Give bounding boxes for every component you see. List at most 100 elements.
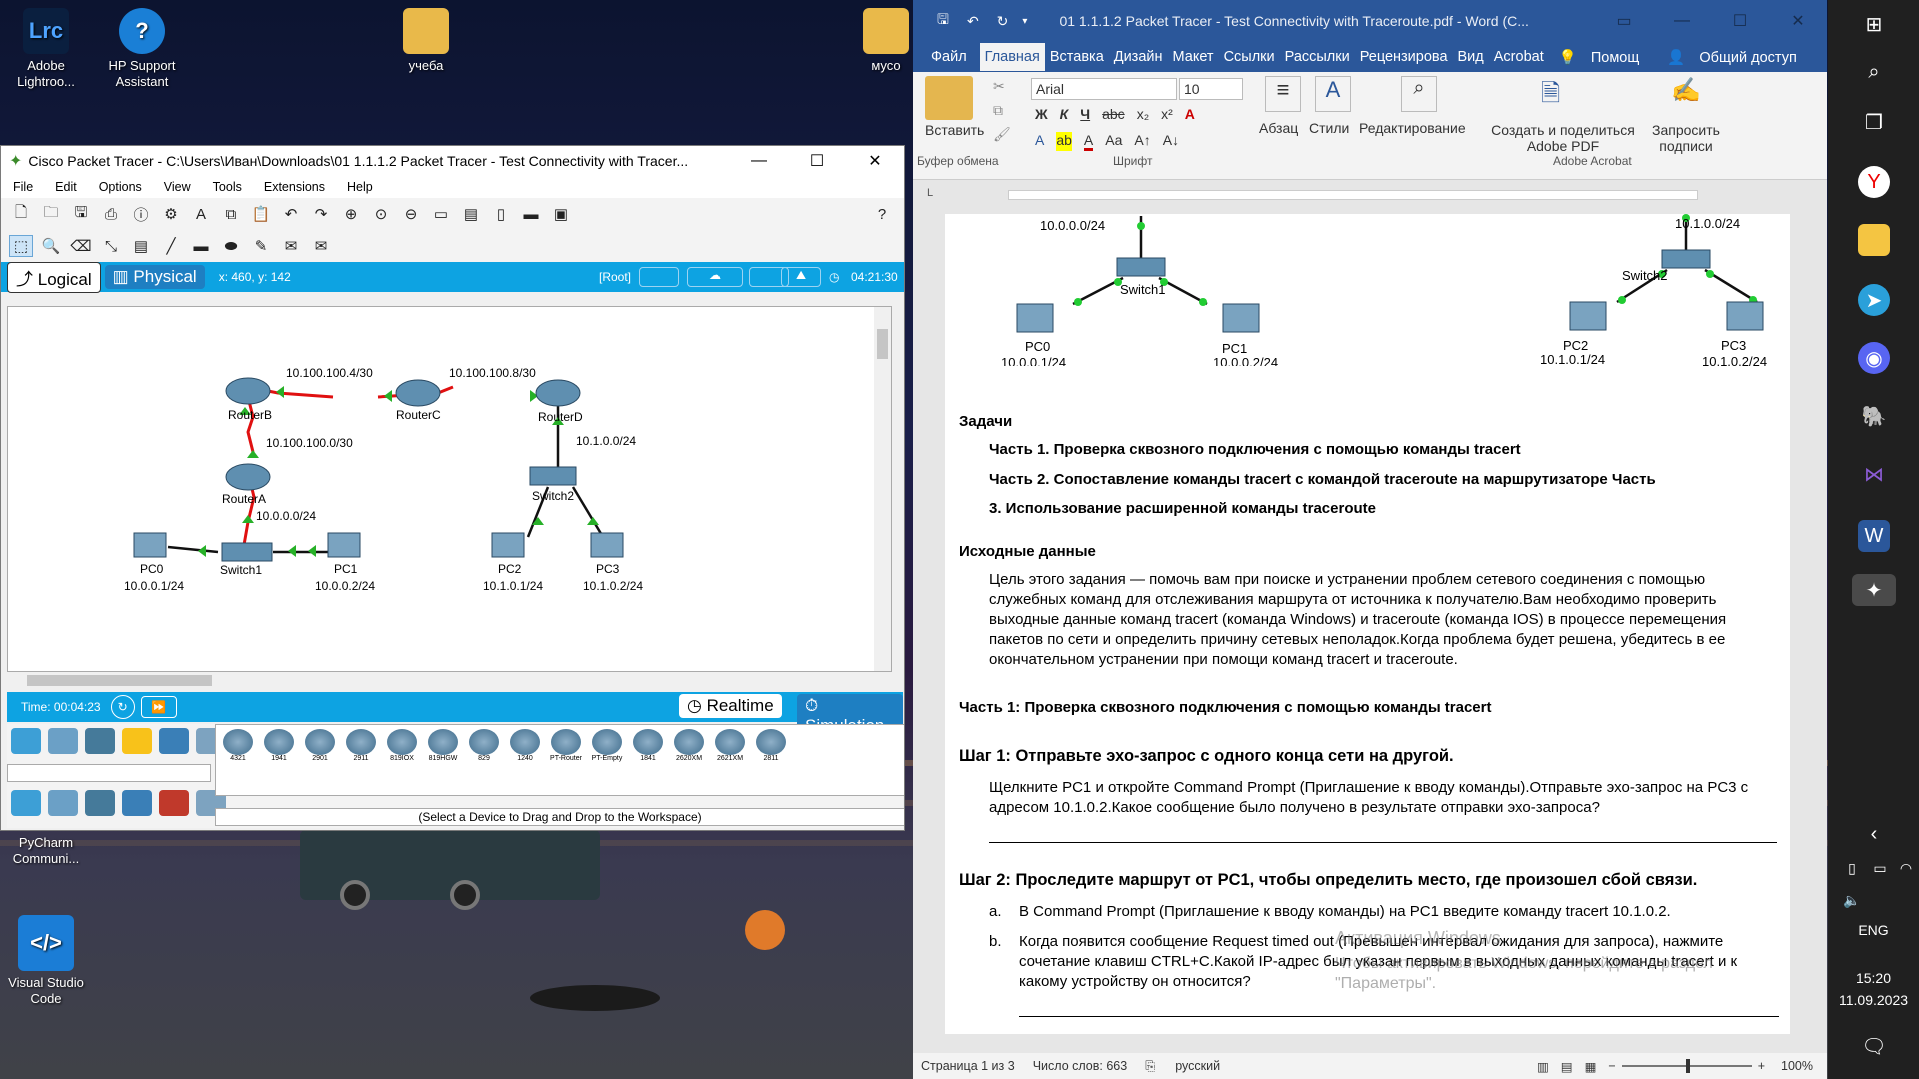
model-item[interactable]: 2911 bbox=[343, 729, 379, 791]
draw-line-icon[interactable]: ╱ bbox=[159, 235, 183, 257]
clear-formatting-icon[interactable]: A bbox=[1185, 106, 1195, 122]
tab-home[interactable]: Главная bbox=[979, 43, 1045, 71]
tab-insert[interactable]: Вставка bbox=[1045, 49, 1109, 65]
word-icon[interactable]: W bbox=[1858, 520, 1890, 552]
change-case-icon[interactable]: Aa bbox=[1105, 132, 1122, 151]
document-page[interactable]: 10.0.0.0/24 Switch1 PC0 10.0.0.1/24 PC1 … bbox=[945, 214, 1790, 1034]
scroll-thumb[interactable] bbox=[27, 675, 212, 686]
desktop-icon-pycharm[interactable]: PyCharm Communi... bbox=[6, 835, 86, 867]
font-name-select[interactable]: Arial bbox=[1031, 78, 1177, 100]
pt-titlebar[interactable]: ✦ Cisco Packet Tracer - C:\Users\Иван\Do… bbox=[1, 146, 904, 176]
clock-date[interactable]: 11.09.2023 bbox=[1828, 992, 1919, 1008]
horizontal-ruler[interactable]: L bbox=[913, 186, 1827, 204]
packet-tracer-taskbar-icon[interactable]: ✦ bbox=[1852, 574, 1896, 606]
copy-icon[interactable]: ⧉ bbox=[993, 102, 1003, 119]
zoom-slider-thumb[interactable] bbox=[1685, 1059, 1690, 1073]
bold-icon[interactable]: Ж bbox=[1035, 106, 1048, 122]
vertical-scrollbar[interactable] bbox=[874, 307, 891, 671]
security-icon[interactable] bbox=[159, 790, 189, 816]
tab-review[interactable]: Рецензирова bbox=[1355, 49, 1453, 65]
desktop-icon-muso[interactable]: мусо bbox=[860, 8, 912, 74]
wifi-icon[interactable]: ◠ bbox=[1890, 852, 1919, 884]
root-label[interactable]: [Root] bbox=[599, 270, 631, 284]
word-titlebar[interactable]: 🖫 ↶ ↻ ▾ 01 1.1.1.2 Packet Tracer - Test … bbox=[913, 0, 1827, 42]
custom-device-icon[interactable]: ▤ bbox=[459, 203, 483, 225]
info-icon[interactable]: ⓘ bbox=[129, 203, 153, 225]
device-type-field[interactable] bbox=[7, 764, 211, 782]
redo-icon[interactable]: ↷ bbox=[309, 203, 333, 225]
menu-file[interactable]: File bbox=[1, 180, 43, 194]
menu-extensions[interactable]: Extensions bbox=[252, 180, 335, 194]
postgresql-icon[interactable]: 🐘 bbox=[1858, 400, 1890, 432]
hubs-icon[interactable] bbox=[85, 790, 115, 816]
paste-icon[interactable]: 📋 bbox=[249, 203, 273, 225]
paragraph-icon[interactable]: ≡ bbox=[1265, 76, 1301, 112]
tab-design[interactable]: Дизайн bbox=[1109, 49, 1168, 65]
close-button[interactable]: ✕ bbox=[846, 151, 904, 171]
signature-icon[interactable]: ✍ bbox=[1671, 76, 1701, 105]
highlight-icon[interactable]: ab bbox=[1056, 132, 1072, 151]
desktop-icon-hp-support[interactable]: ? HP Support Assistant bbox=[102, 8, 182, 90]
cut-icon[interactable]: ✂ bbox=[993, 78, 1005, 95]
fast-forward-icon[interactable]: ⏩ bbox=[140, 696, 177, 718]
task-view-icon[interactable]: ❐ bbox=[1858, 106, 1890, 138]
inspect-icon[interactable]: 🔍 bbox=[39, 235, 63, 257]
tab-view[interactable]: Вид bbox=[1453, 49, 1489, 65]
viewport-icon[interactable]: ⛰ bbox=[781, 267, 821, 287]
windows-start-icon[interactable]: ⊞ bbox=[1858, 8, 1890, 40]
miscellaneous-icon[interactable] bbox=[159, 728, 189, 754]
strikethrough-icon[interactable]: abc bbox=[1102, 106, 1125, 122]
paragraph-button[interactable]: Абзац bbox=[1259, 120, 1298, 136]
desktop-icon-lightroom[interactable]: Lrc Adobe Lightroo... bbox=[6, 8, 86, 90]
maximize-button[interactable]: ☐ bbox=[788, 151, 846, 171]
model-item[interactable]: 1841 bbox=[630, 729, 666, 791]
editing-button[interactable]: Редактирование bbox=[1359, 120, 1466, 136]
format-painter-icon[interactable]: 🖌 bbox=[993, 126, 1011, 143]
model-item[interactable]: 2621XM bbox=[712, 729, 748, 791]
routers-icon[interactable] bbox=[11, 790, 41, 816]
zoom-slider[interactable] bbox=[1621, 1059, 1752, 1073]
delete-icon[interactable]: ⌫ bbox=[69, 235, 93, 257]
print-icon[interactable]: ⎙ bbox=[99, 203, 123, 225]
yandex-browser-icon[interactable]: Y bbox=[1858, 166, 1890, 198]
clock-time[interactable]: 15:20 bbox=[1828, 970, 1919, 986]
status-language[interactable]: русский bbox=[1175, 1059, 1220, 1073]
freeform-icon[interactable]: ✎ bbox=[249, 235, 273, 257]
logical-workspace[interactable]: 10.100.100.4/30 10.100.100.8/30 RouterB … bbox=[7, 306, 892, 672]
redo-icon[interactable]: ↻ bbox=[997, 13, 1009, 30]
zoom-out-icon[interactable]: ⊖ bbox=[399, 203, 423, 225]
zoom-reset-icon[interactable]: ⊙ bbox=[369, 203, 393, 225]
tab-mailings[interactable]: Рассылки bbox=[1280, 49, 1355, 65]
search-icon[interactable]: ⌕ bbox=[1858, 56, 1890, 88]
notifications-icon[interactable]: 🗨 bbox=[1858, 1030, 1890, 1062]
zoom-level[interactable]: 100% bbox=[1781, 1059, 1813, 1073]
show-hidden-icons-icon[interactable]: ‹ bbox=[1858, 818, 1890, 850]
menu-view[interactable]: View bbox=[152, 180, 201, 194]
power-cycle-icon[interactable]: ↻ bbox=[110, 695, 135, 719]
add-complex-pdu-icon[interactable]: ✉ bbox=[309, 235, 333, 257]
save-icon[interactable]: 🖫 bbox=[937, 9, 949, 33]
create-share-pdf-button[interactable]: Создать и поделиться Adobe PDF bbox=[1483, 122, 1643, 154]
print-layout-icon[interactable]: ▤ bbox=[1561, 1059, 1573, 1074]
draw-rectangle-icon[interactable]: ▬ bbox=[189, 235, 213, 257]
new-file-icon[interactable]: 🗋 bbox=[9, 203, 33, 225]
maximize-button[interactable]: ☐ bbox=[1711, 11, 1769, 31]
model-item[interactable]: 819HGW bbox=[425, 729, 461, 791]
end-devices-icon[interactable] bbox=[48, 728, 78, 754]
undo-icon[interactable]: ↶ bbox=[967, 13, 979, 30]
draw-ellipse-icon[interactable]: ⬬ bbox=[219, 235, 243, 257]
shrink-font-icon[interactable]: A↓ bbox=[1163, 132, 1179, 151]
paste-button[interactable]: Вставить bbox=[925, 122, 984, 138]
menu-options[interactable]: Options bbox=[87, 180, 152, 194]
image-icon[interactable]: ▣ bbox=[549, 203, 573, 225]
visual-studio-icon[interactable]: ⋈ bbox=[1858, 458, 1890, 490]
drawing-palette-icon[interactable]: ▭ bbox=[429, 203, 453, 225]
close-button[interactable]: ✕ bbox=[1769, 11, 1827, 31]
zoom-in-icon[interactable]: + bbox=[1758, 1059, 1765, 1073]
superscript-icon[interactable]: x² bbox=[1161, 106, 1173, 122]
tab-acrobat[interactable]: Acrobat bbox=[1489, 49, 1549, 65]
components-icon[interactable] bbox=[85, 728, 115, 754]
paste-icon[interactable] bbox=[925, 76, 973, 120]
web-layout-icon[interactable]: ▦ bbox=[1585, 1059, 1597, 1074]
model-item[interactable]: 1941 bbox=[261, 729, 297, 791]
